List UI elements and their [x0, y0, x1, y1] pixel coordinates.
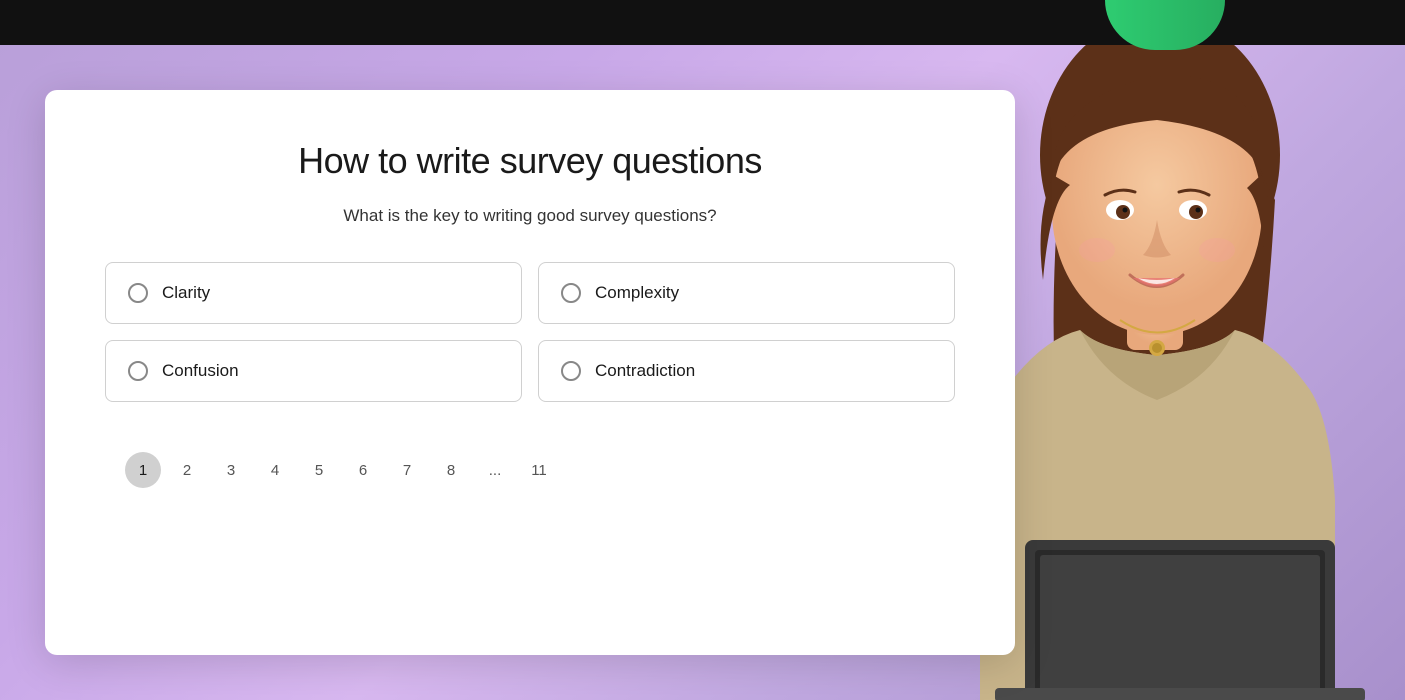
option-confusion[interactable]: Confusion	[105, 340, 522, 402]
option-contradiction[interactable]: Contradiction	[538, 340, 955, 402]
page-btn-2[interactable]: 2	[169, 452, 205, 488]
page-btn-5[interactable]: 5	[301, 452, 337, 488]
radio-clarity[interactable]	[128, 283, 148, 303]
page-btn-11[interactable]: 11	[521, 452, 557, 488]
option-clarity[interactable]: Clarity	[105, 262, 522, 324]
option-confusion-label: Confusion	[162, 361, 239, 381]
page-btn-8[interactable]: 8	[433, 452, 469, 488]
option-complexity[interactable]: Complexity	[538, 262, 955, 324]
page-btn-6[interactable]: 6	[345, 452, 381, 488]
page-btn-1[interactable]: 1	[125, 452, 161, 488]
pagination-ellipsis: ...	[477, 452, 513, 488]
card-title: How to write survey questions	[105, 140, 955, 182]
survey-card: How to write survey questions What is th…	[45, 90, 1015, 655]
page-btn-4[interactable]: 4	[257, 452, 293, 488]
option-clarity-label: Clarity	[162, 283, 210, 303]
radio-contradiction[interactable]	[561, 361, 581, 381]
options-grid: Clarity Complexity Confusion Contradicti…	[105, 262, 955, 402]
option-complexity-label: Complexity	[595, 283, 679, 303]
radio-confusion[interactable]	[128, 361, 148, 381]
radio-complexity[interactable]	[561, 283, 581, 303]
page-btn-7[interactable]: 7	[389, 452, 425, 488]
card-subtitle: What is the key to writing good survey q…	[105, 206, 955, 226]
option-contradiction-label: Contradiction	[595, 361, 695, 381]
pagination: 12345678...11	[105, 452, 955, 488]
page-btn-3[interactable]: 3	[213, 452, 249, 488]
